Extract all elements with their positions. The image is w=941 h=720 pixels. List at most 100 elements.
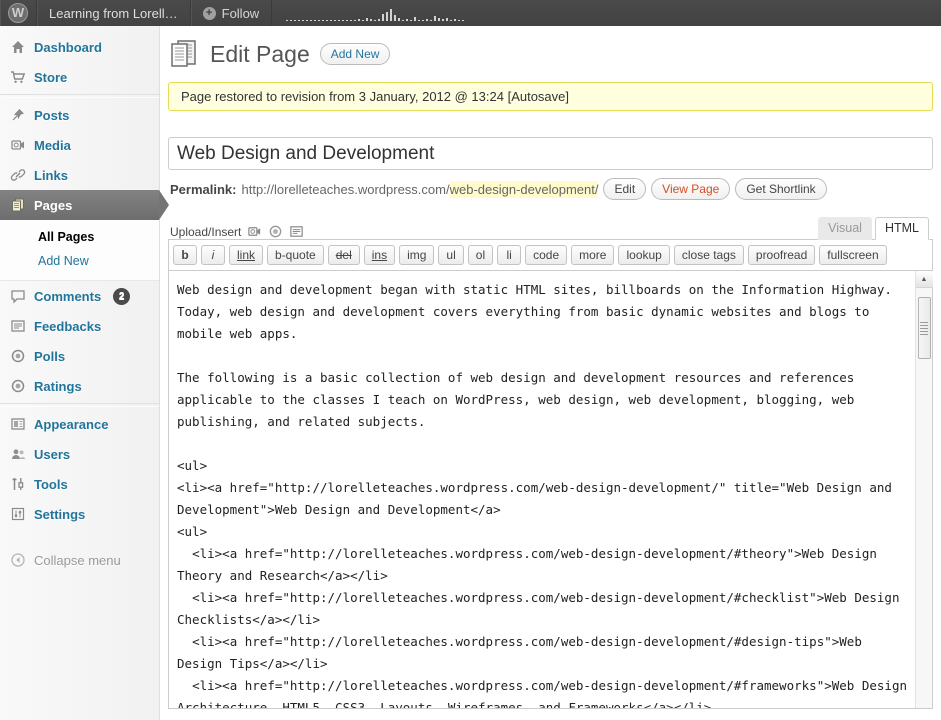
feedback-form-icon: [10, 318, 26, 334]
wordpress-logo-icon: W: [8, 3, 28, 23]
appearance-icon: [10, 416, 26, 432]
collapse-arrow-icon: [10, 552, 26, 568]
sidebar-item-store[interactable]: Store: [0, 62, 159, 92]
sidebar-item-label: Posts: [34, 107, 70, 123]
sidebar-item-polls[interactable]: Polls: [0, 341, 159, 371]
tab-html[interactable]: HTML: [874, 217, 929, 240]
add-new-button[interactable]: Add New: [319, 43, 391, 65]
sidebar-item-comments[interactable]: Comments 2: [0, 281, 159, 311]
add-media-icon[interactable]: [247, 224, 262, 239]
close-tags-button[interactable]: close tags: [673, 245, 744, 265]
scrollbar-up-arrow-icon[interactable]: ▲: [915, 271, 933, 288]
sidebar-item-label: Pages: [34, 197, 73, 213]
italic-button[interactable]: i: [201, 245, 225, 265]
submenu-item-add-new[interactable]: Add New: [0, 249, 159, 273]
more-button[interactable]: more: [571, 245, 615, 265]
ins-button[interactable]: ins: [363, 245, 396, 265]
permalink-slug: web-design-development/: [449, 180, 599, 198]
poll-circle-icon: [10, 348, 26, 364]
sidebar-item-label: Users: [34, 446, 71, 462]
del-button[interactable]: del: [327, 245, 360, 265]
rating-circle-icon: [10, 378, 26, 394]
permalink-label: Permalink:: [170, 181, 237, 197]
sidebar-item-label: Links: [34, 167, 68, 183]
sidebar-item-label: Tools: [34, 476, 68, 492]
link-button[interactable]: link: [229, 245, 264, 265]
follow-plus-icon: +: [202, 6, 216, 20]
scrollbar-thumb[interactable]: [917, 297, 931, 359]
pages-submenu: All Pages Add New: [0, 220, 159, 281]
lookup-button[interactable]: lookup: [618, 245, 670, 265]
code-button[interactable]: code: [525, 245, 568, 265]
sidebar-item-label: Store: [34, 69, 68, 85]
sidebar-item-label: Appearance: [34, 416, 109, 432]
sidebar-item-feedbacks[interactable]: Feedbacks: [0, 311, 159, 341]
blockquote-button[interactable]: b-quote: [267, 245, 324, 265]
img-button[interactable]: img: [399, 245, 435, 265]
view-page-button[interactable]: View Page: [651, 178, 731, 200]
get-shortlink-button[interactable]: Get Shortlink: [735, 178, 827, 200]
sidebar-item-posts[interactable]: Posts: [0, 100, 159, 130]
ul-button[interactable]: ul: [438, 245, 464, 265]
wordpress-menu[interactable]: W: [0, 0, 37, 26]
edit-permalink-button[interactable]: Edit: [603, 178, 647, 200]
sidebar-item-settings[interactable]: Settings: [0, 499, 159, 529]
stats-sparkline[interactable]: [272, 0, 474, 26]
submenu-item-all-pages[interactable]: All Pages: [0, 225, 159, 249]
proofread-button[interactable]: proofread: [747, 245, 816, 265]
camera-icon: [10, 137, 26, 153]
sidebar-item-media[interactable]: Media: [0, 130, 159, 160]
content-textarea[interactable]: Web design and development began with st…: [169, 271, 915, 708]
site-name-menu[interactable]: Learning from Lorell…: [37, 0, 191, 26]
page-title-input[interactable]: [168, 137, 933, 170]
follow-label: Follow: [221, 5, 260, 21]
collapse-menu-label: Collapse menu: [34, 552, 121, 568]
editor-mode-tabs: Visual HTML: [818, 216, 929, 240]
menu-separator: [0, 403, 159, 407]
sidebar-item-label: Polls: [34, 348, 66, 364]
sidebar-item-label: Feedbacks: [34, 318, 102, 334]
html-editor: b i link b-quote del ins img ul ol li co…: [168, 239, 933, 709]
ol-button[interactable]: ol: [467, 245, 494, 265]
add-form-icon[interactable]: [289, 224, 304, 239]
permalink-base-url: http://lorelleteaches.wordpress.com/: [241, 181, 450, 197]
home-icon: [10, 39, 26, 55]
pages-icon: [10, 197, 26, 213]
sidebar-item-label: Ratings: [34, 378, 82, 394]
bold-button[interactable]: b: [173, 245, 197, 265]
tools-icon: [10, 476, 26, 492]
add-poll-icon[interactable]: [268, 224, 283, 239]
collapse-menu-button[interactable]: Collapse menu: [0, 545, 159, 575]
revision-restored-notice: Page restored to revision from 3 January…: [168, 82, 933, 111]
permalink-row: Permalink: http://lorelleteaches.wordpre…: [170, 178, 933, 200]
follow-button[interactable]: + Follow: [191, 0, 273, 26]
sidebar-item-label: Comments: [34, 288, 102, 304]
scrollbar-grip-icon: [920, 321, 928, 335]
upload-insert-group: Upload/Insert: [168, 224, 304, 239]
editor-body: Web design and development began with st…: [169, 271, 933, 708]
upload-insert-label: Upload/Insert: [170, 224, 242, 239]
menu-separator: [0, 94, 159, 98]
page-title: Edit Page: [210, 40, 310, 67]
site-name-label: Learning from Lorell…: [49, 5, 178, 21]
sidebar-item-pages[interactable]: Pages: [0, 190, 169, 220]
quicktags-toolbar: b i link b-quote del ins img ul ol li co…: [169, 240, 932, 271]
admin-bar: W Learning from Lorell… + Follow: [0, 0, 941, 26]
sidebar-item-dashboard[interactable]: Dashboard: [0, 32, 159, 62]
sidebar-item-links[interactable]: Links: [0, 160, 159, 190]
editor-scrollbar[interactable]: ▲: [915, 271, 933, 708]
page-header: Edit Page Add New: [168, 34, 933, 72]
settings-sliders-icon: [10, 506, 26, 522]
sidebar-item-tools[interactable]: Tools: [0, 469, 159, 499]
chain-link-icon: [10, 167, 26, 183]
sidebar-item-ratings[interactable]: Ratings: [0, 371, 159, 401]
main-content: Edit Page Add New Page restored to revis…: [160, 26, 941, 720]
comment-bubble-icon: [10, 288, 26, 304]
tab-visual[interactable]: Visual: [818, 217, 872, 240]
sidebar-item-label: Media: [34, 137, 71, 153]
fullscreen-button[interactable]: fullscreen: [819, 245, 887, 265]
li-button[interactable]: li: [497, 245, 522, 265]
sidebar-item-appearance[interactable]: Appearance: [0, 409, 159, 439]
users-icon: [10, 446, 26, 462]
sidebar-item-users[interactable]: Users: [0, 439, 159, 469]
